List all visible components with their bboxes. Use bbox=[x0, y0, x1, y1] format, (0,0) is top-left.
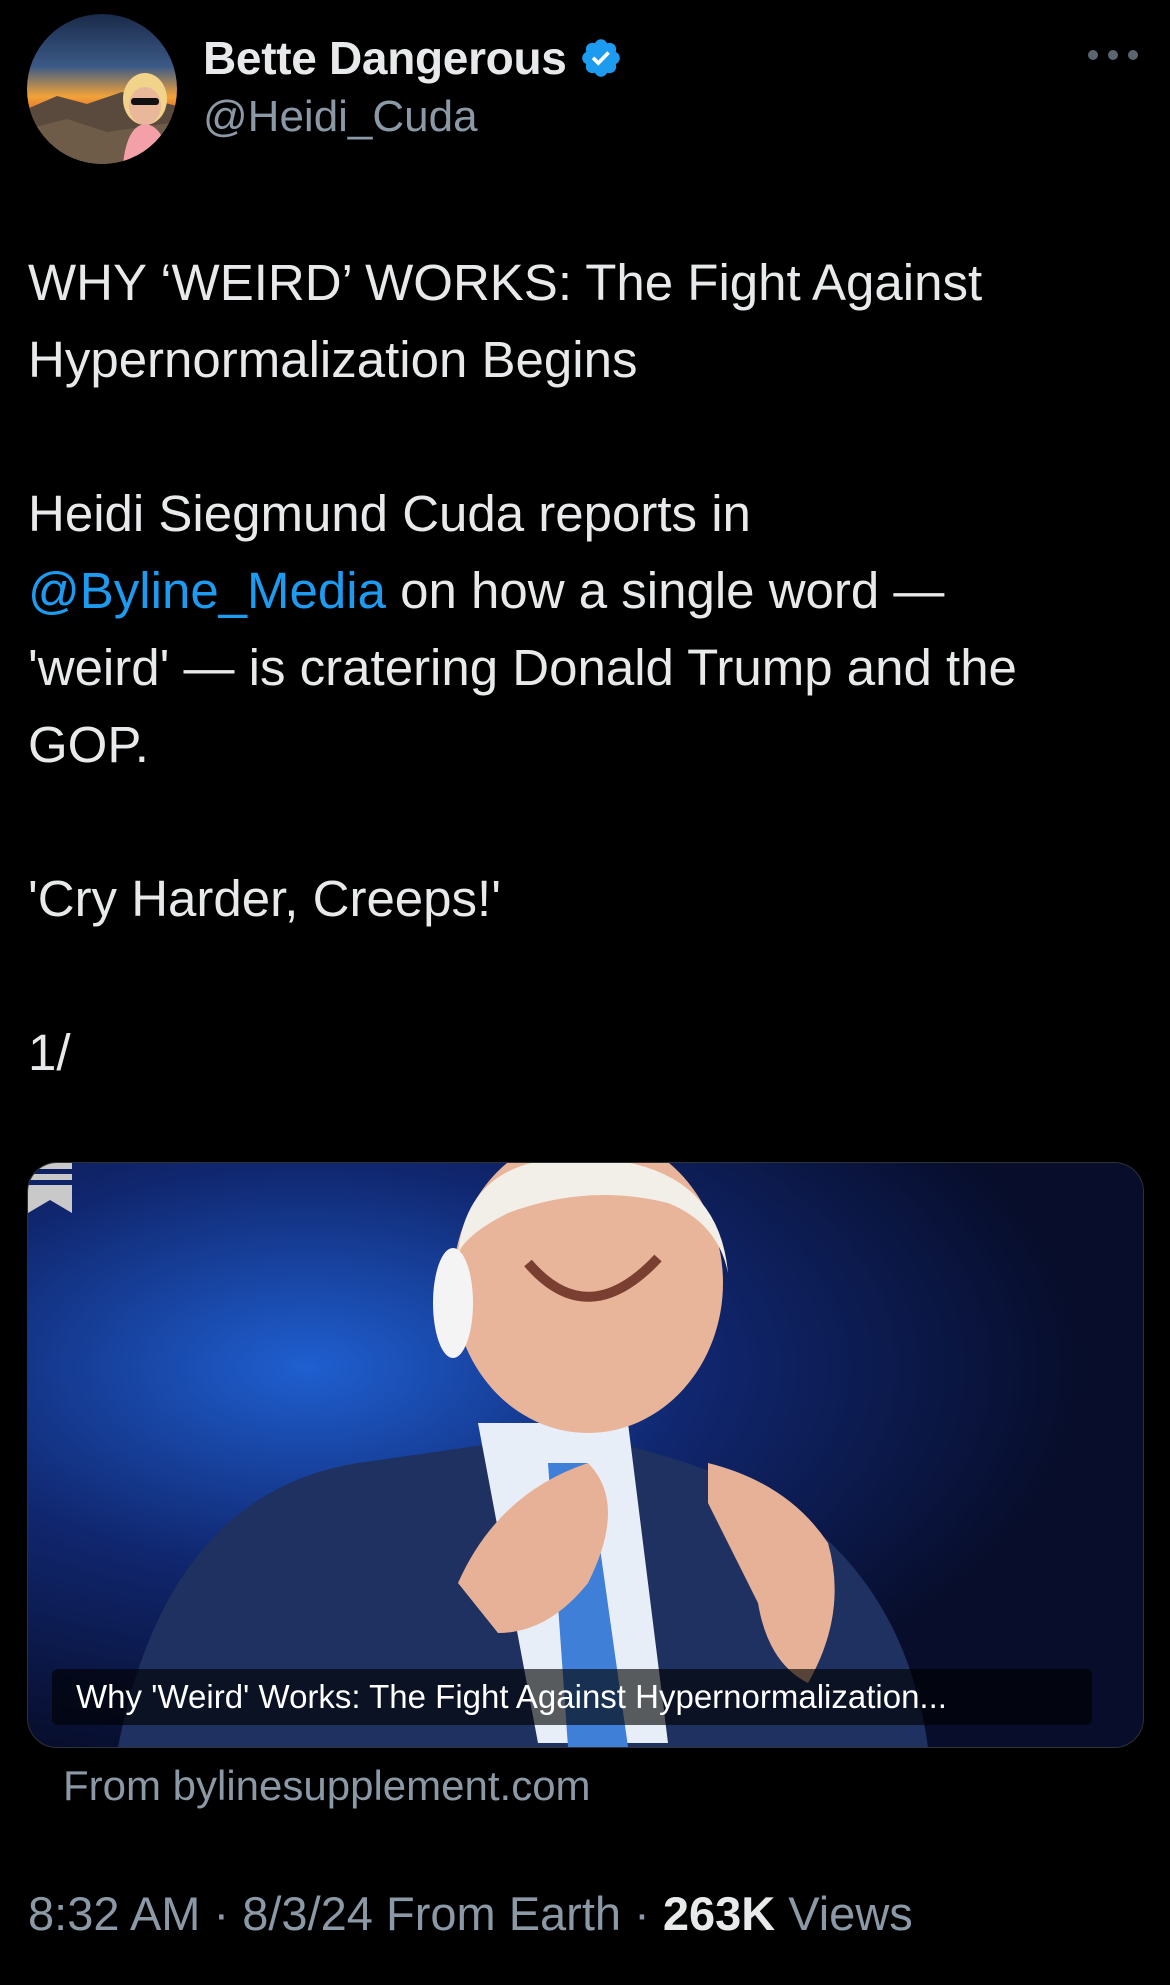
more-dot bbox=[1088, 50, 1098, 60]
link-preview-card[interactable]: Why 'Weird' Works: The Fight Against Hyp… bbox=[27, 1162, 1144, 1748]
name-row: Bette Dangerous bbox=[203, 26, 623, 90]
card-title: Why 'Weird' Works: The Fight Against Hyp… bbox=[76, 1678, 947, 1715]
views-count: 263K bbox=[662, 1887, 776, 1940]
avatar[interactable] bbox=[27, 14, 177, 164]
tweet-date[interactable]: 8/3/24 bbox=[242, 1887, 373, 1940]
tweet-location: From Earth bbox=[385, 1887, 622, 1940]
thread-counter: 1/ bbox=[28, 1024, 71, 1081]
more-dot bbox=[1108, 50, 1118, 60]
mention-link[interactable]: @Byline_Media bbox=[28, 562, 386, 619]
verified-badge-icon bbox=[581, 39, 620, 77]
tweet-body-start: Heidi Siegmund Cuda reports in bbox=[28, 485, 751, 542]
card-title-bar: Why 'Weird' Works: The Fight Against Hyp… bbox=[52, 1669, 1092, 1725]
avatar-image bbox=[27, 14, 177, 164]
views-label: Views bbox=[788, 1887, 913, 1940]
more-dot bbox=[1128, 50, 1138, 60]
display-name[interactable]: Bette Dangerous bbox=[203, 31, 567, 85]
tweet-header: Bette Dangerous @Heidi_Cuda bbox=[0, 0, 1170, 180]
tweet-headline: WHY ‘WEIRD’ WORKS: The Fight Against Hyp… bbox=[28, 254, 983, 388]
card-source[interactable]: From bylinesupplement.com bbox=[63, 1762, 591, 1810]
tweet-meta: 8:32 AM · 8/3/24 From Earth · 263K Views bbox=[28, 1887, 913, 1940]
substack-bookmark-icon bbox=[28, 1163, 72, 1213]
tweet-time[interactable]: 8:32 AM bbox=[28, 1887, 200, 1940]
card-image bbox=[28, 1163, 1143, 1747]
more-horizontal-icon[interactable] bbox=[1088, 40, 1138, 70]
tweet-quote: 'Cry Harder, Creeps!' bbox=[28, 870, 501, 927]
handle[interactable]: @Heidi_Cuda bbox=[203, 92, 478, 142]
tweet-text: WHY ‘WEIRD’ WORKS: The Fight Against Hyp… bbox=[28, 244, 1148, 1091]
